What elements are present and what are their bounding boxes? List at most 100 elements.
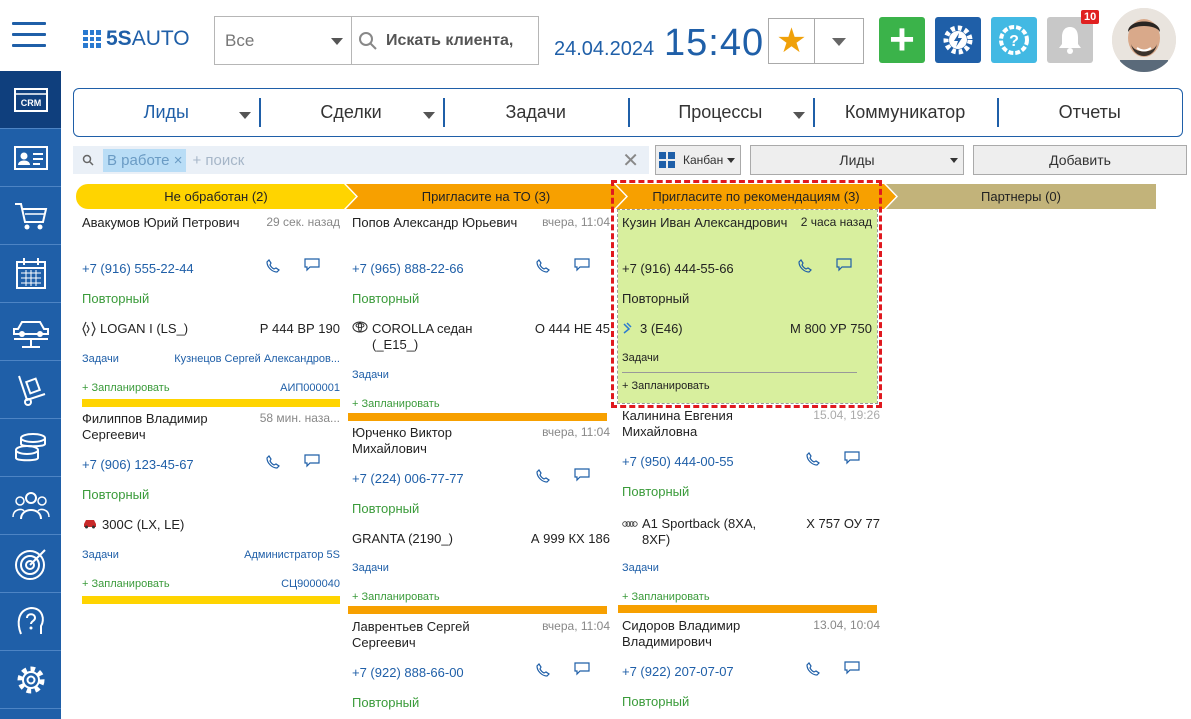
- client-phone[interactable]: +7 (916) 444-55-66: [622, 261, 734, 276]
- sidebar-item-calendar[interactable]: [0, 245, 61, 303]
- phone-icon[interactable]: [266, 455, 280, 469]
- lead-card[interactable]: Сидоров Владимир Владимирович 13.04, 10:…: [622, 618, 880, 719]
- tab-processes[interactable]: Процессы: [628, 89, 813, 136]
- search-input[interactable]: Искать клиента,: [352, 17, 538, 64]
- phone-icon[interactable]: [806, 662, 820, 676]
- client-phone[interactable]: +7 (922) 888-66-00: [352, 665, 464, 680]
- assignee[interactable]: Кузнецов Сергей Александров...: [174, 353, 340, 365]
- add-icon[interactable]: +: [879, 17, 925, 63]
- tab-reports[interactable]: Отчеты: [997, 89, 1182, 136]
- phone-icon[interactable]: [266, 259, 280, 273]
- view-select[interactable]: Канбан: [655, 145, 741, 175]
- lead-card-selected[interactable]: Кузин Иван Александрович 2 часа назад +7…: [617, 209, 878, 404]
- message-icon[interactable]: [574, 468, 590, 482]
- client-phone[interactable]: +7 (224) 006-77-77: [352, 471, 464, 486]
- client-name[interactable]: Филиппов Владимир Сергеевич: [82, 411, 252, 443]
- plan-link[interactable]: + Запланировать: [352, 591, 440, 603]
- lead-card[interactable]: Лаврентьев Сергей Сергеевич вчера, 11:04…: [352, 619, 610, 719]
- tab-tasks[interactable]: Задачи: [443, 89, 628, 136]
- type-select-label: Лиды: [839, 152, 875, 168]
- client-phone[interactable]: +7 (950) 444-00-55: [622, 454, 734, 469]
- search-scope-select[interactable]: Все: [215, 17, 352, 64]
- sidebar-item-finance[interactable]: [0, 419, 61, 477]
- tasks-link[interactable]: Задачи: [82, 353, 119, 365]
- client-name[interactable]: Сидоров Владимир Владимирович: [622, 618, 792, 650]
- chevron-down-icon[interactable]: [423, 112, 436, 125]
- message-icon[interactable]: [844, 451, 860, 465]
- sidebar-item-team[interactable]: [0, 477, 61, 535]
- menu-icon[interactable]: [12, 22, 46, 48]
- lead-card[interactable]: Попов Александр Юрьевич вчера, 11:04 +7 …: [348, 215, 610, 421]
- assignee[interactable]: Администратор 5S: [244, 549, 340, 561]
- car-info: 3 (E46): [622, 321, 782, 339]
- message-icon[interactable]: [836, 258, 852, 272]
- search-placeholder: Искать клиента,: [386, 31, 514, 49]
- client-name[interactable]: Попов Александр Юрьевич: [352, 215, 522, 231]
- sidebar-item-support[interactable]: [0, 593, 61, 651]
- plan-link[interactable]: + Запланировать: [82, 578, 170, 590]
- type-select[interactable]: Лиды: [750, 145, 964, 175]
- plan-link[interactable]: + Запланировать: [622, 380, 710, 392]
- message-icon[interactable]: [304, 454, 320, 468]
- lead-card[interactable]: Филиппов Владимир Сергеевич 58 мин. наза…: [82, 411, 340, 605]
- message-icon[interactable]: [844, 661, 860, 675]
- notification-badge: 10: [1081, 10, 1100, 24]
- sidebar-item-settings[interactable]: [0, 651, 61, 709]
- plan-link[interactable]: + Запланировать: [82, 382, 170, 394]
- tasks-link[interactable]: Задачи: [352, 369, 389, 381]
- settings-icon[interactable]: [935, 17, 981, 63]
- tasks-link[interactable]: Задачи: [82, 549, 119, 561]
- tasks-link[interactable]: Задачи: [352, 562, 389, 574]
- client-search: Все Искать клиента,: [214, 16, 539, 65]
- chevron-down-icon[interactable]: [238, 112, 251, 125]
- lead-card[interactable]: Авакумов Юрий Петрович 29 сек. назад +7 …: [82, 215, 340, 407]
- add-button[interactable]: Добавить: [973, 145, 1187, 175]
- tab-communicator[interactable]: Коммуникатор: [812, 89, 998, 136]
- plan-link[interactable]: + Запланировать: [352, 398, 440, 410]
- filter-search-input[interactable]: + поиск: [192, 152, 244, 169]
- lead-card[interactable]: Юрченко Виктор Михайлович вчера, 11:04 +…: [348, 425, 610, 615]
- client-name[interactable]: Авакумов Юрий Петрович: [82, 215, 252, 231]
- phone-icon[interactable]: [806, 452, 820, 466]
- sidebar-item-contacts[interactable]: [0, 129, 61, 187]
- phone-icon[interactable]: [536, 663, 550, 677]
- tab-deals[interactable]: Сделки: [258, 89, 444, 136]
- filter-chip[interactable]: В работе ×: [103, 148, 187, 172]
- team-icon: [11, 491, 50, 519]
- sidebar-item-marketing[interactable]: [0, 535, 61, 593]
- client-name[interactable]: Юрченко Виктор Михайлович: [352, 425, 522, 457]
- lead-number[interactable]: АИП000001: [280, 382, 340, 394]
- plan-link[interactable]: + Запланировать: [622, 591, 710, 603]
- client-name[interactable]: Лаврентьев Сергей Сергеевич: [352, 619, 522, 651]
- client-phone[interactable]: +7 (916) 555-22-44: [82, 261, 194, 276]
- chip-close-icon[interactable]: ×: [174, 152, 183, 169]
- lead-card[interactable]: Калинина Евгения Михайловна 15.04, 19:26…: [618, 408, 880, 614]
- help-icon[interactable]: ?: [991, 17, 1037, 63]
- sidebar-item-service[interactable]: [0, 303, 61, 361]
- tasks-link[interactable]: Задачи: [622, 352, 659, 364]
- client-name[interactable]: Калинина Евгения Михайловна: [622, 408, 792, 440]
- client-name[interactable]: Кузин Иван Александрович: [622, 215, 792, 231]
- message-icon[interactable]: [574, 258, 590, 272]
- star-icon[interactable]: ★: [769, 19, 815, 63]
- user-avatar[interactable]: [1112, 8, 1176, 72]
- tasks-link[interactable]: Задачи: [622, 562, 659, 574]
- sidebar-item-shop[interactable]: [0, 187, 61, 245]
- message-icon[interactable]: [574, 662, 590, 676]
- clear-icon[interactable]: ✕: [622, 148, 639, 173]
- phone-icon[interactable]: [536, 469, 550, 483]
- lead-number[interactable]: СЦ9000040: [281, 578, 340, 590]
- client-phone[interactable]: +7 (965) 888-22-66: [352, 261, 464, 276]
- message-icon[interactable]: [304, 258, 320, 272]
- phone-icon[interactable]: [798, 259, 812, 273]
- sidebar-item-warehouse[interactable]: [0, 361, 61, 419]
- client-phone[interactable]: +7 (906) 123-45-67: [82, 457, 194, 472]
- chevron-down-icon[interactable]: [792, 112, 805, 125]
- favorites-dropdown[interactable]: [815, 19, 863, 63]
- car-model: 3 (E46): [640, 321, 683, 336]
- phone-icon[interactable]: [536, 259, 550, 273]
- filter-bar[interactable]: В работе × + поиск ✕: [73, 146, 649, 174]
- client-phone[interactable]: +7 (922) 207-07-07: [622, 664, 734, 679]
- tab-leads[interactable]: Лиды: [74, 89, 259, 136]
- sidebar-item-crm[interactable]: CRM: [0, 71, 61, 129]
